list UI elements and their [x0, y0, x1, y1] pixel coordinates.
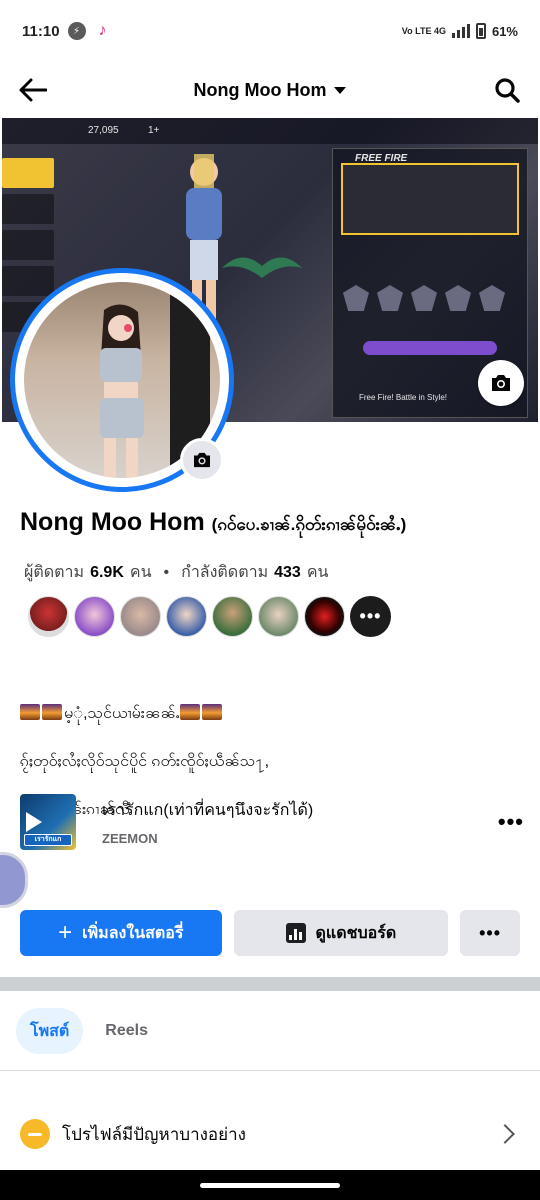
add-to-story-button[interactable]: + เพิ่มลงในสตอรี่ [20, 910, 222, 956]
dashboard-button[interactable]: ดูแดชบอร์ด [233, 910, 449, 956]
music-artist: ZEEMON [102, 831, 158, 846]
app-header: Nong Moo Hom [0, 62, 540, 118]
back-arrow-icon[interactable] [16, 73, 50, 107]
header-title-button[interactable]: Nong Moo Hom [0, 62, 540, 118]
bio-line-2: ၵႂ်ႈတုဝ်ႈလႆႈလိုဝ်သုင်ပိူင် ၵတ်းၸိူဝ်ႈယဵၼ… [20, 753, 270, 770]
profile-problem-notice[interactable]: โปรไฟล์มีปัญหาบางอย่าง [20, 1110, 520, 1158]
camera-icon [492, 375, 510, 391]
page-title: Nong Moo Hom [193, 79, 327, 100]
camera-icon [194, 452, 210, 468]
search-icon[interactable] [490, 73, 524, 107]
cover-game-topbar: 27,095 1+ [2, 118, 538, 144]
more-actions-button[interactable]: ••• [460, 910, 520, 956]
bio-line-1: မ့ုံ,သုင်ယၢမ်းၼၼ်ႉ [20, 678, 440, 726]
music-thumb-label: เรารักแก [24, 834, 72, 846]
minus-circle-icon [20, 1119, 50, 1149]
sunset-icon [20, 704, 40, 720]
chevron-right-icon [495, 1124, 515, 1144]
followers-label: ผู้ติดตาม [24, 564, 85, 581]
section-divider [0, 977, 540, 991]
home-indicator[interactable] [200, 1182, 340, 1188]
status-bar: 11:10 ⚡ ♪ Vo LTE 4G 61% [0, 0, 540, 62]
friends-more-button[interactable]: ••• [350, 596, 391, 637]
sunset-icon [42, 704, 62, 720]
music-meta: เรารักแก(เท่าที่คนๆนึงจะรักได้) ZEEMON [102, 798, 313, 846]
tab-posts[interactable]: โพสต์ [16, 1008, 84, 1054]
follow-stats: ผู้ติดตาม 6.9K คน • กำลังติดตาม 433 คน [24, 560, 328, 585]
add-to-story-label: เพิ่มลงในสตอรี่ [82, 924, 184, 942]
profile-alt-name: (ၵဝ်ပေ.ၶၢၼ်.ၵိုတ်းၵၢၼ်မိုဝ်းၼႆႉ) [211, 515, 407, 534]
friend-avatar[interactable] [212, 596, 253, 637]
music-title: เรารักแก(เท่าที่คนๆนึงจะรักได้) [102, 802, 314, 819]
bio-line-1-text: မ့ုံ,သုင်ယၢမ်းၼၼ်ႉ [64, 705, 180, 722]
followers-count[interactable]: 6.9K [90, 564, 124, 582]
profile-camera-button[interactable] [180, 438, 224, 482]
friend-avatar[interactable] [74, 596, 115, 637]
plus-icon: + [58, 919, 73, 946]
followers-unit: คน [129, 564, 152, 581]
dashboard-label: ดูแดชบอร์ด [315, 924, 397, 942]
status-time: 11:10 [22, 22, 60, 40]
cover-game-bird [222, 257, 302, 278]
profile-music[interactable]: เรารักแก เรารักแก(เท่าที่คนๆนึงจะรักได้)… [20, 794, 530, 850]
more-horizontal-icon[interactable]: ••• [498, 809, 524, 835]
sunset-icon [179, 704, 200, 720]
music-thumbnail: เรารักแก [20, 794, 76, 850]
cover-coins: 27,095 [88, 125, 119, 136]
sunset-icon [201, 704, 222, 720]
cover-tagline: Free Fire! Battle in Style! [359, 393, 448, 402]
tab-reels[interactable]: Reels [91, 1008, 162, 1054]
friend-avatar[interactable] [304, 596, 345, 637]
floating-chat-bubble[interactable] [0, 852, 28, 908]
battery-icon [475, 23, 486, 39]
cover-camera-button[interactable] [478, 360, 524, 406]
play-icon [26, 812, 42, 832]
cover-diamonds: 1+ [148, 125, 160, 136]
problem-text: โปรไฟล์มีปัญหาบางอย่าง [62, 1124, 246, 1144]
profile-name-text: Nong Moo Hom [20, 508, 205, 536]
signal-icon [451, 24, 470, 38]
tabs-divider [0, 1070, 540, 1071]
system-nav-bar [0, 1170, 540, 1200]
caret-down-icon [334, 86, 347, 94]
following-unit: คน [306, 564, 329, 581]
profile-name: Nong Moo Hom (ၵဝ်ပေ.ၶၢၼ်.ၵိုတ်းၵၢၼ်မိုဝ်… [20, 508, 406, 539]
battery-percent: 61% [491, 23, 518, 39]
cover-game-brand: FREE FIRE [355, 153, 408, 164]
friend-avatar[interactable] [120, 596, 161, 637]
friend-avatar[interactable] [258, 596, 299, 637]
tiktok-icon: ♪ [98, 22, 107, 39]
profile-actions: + เพิ่มลงในสตอรี่ ดูแดชบอร์ด ••• [20, 910, 520, 956]
following-count[interactable]: 433 [274, 564, 301, 582]
stats-separator: • [163, 563, 170, 581]
messenger-icon: ⚡ [67, 22, 86, 40]
status-right: Vo LTE 4G 61% [402, 23, 518, 39]
profile-tabs: โพสต์ Reels [16, 1008, 162, 1054]
network-label: Vo LTE 4G [401, 26, 446, 36]
friends-avatars-row: ••• [28, 596, 391, 637]
following-label: กำลังติดตาม [181, 564, 269, 581]
dashboard-icon [285, 923, 306, 943]
friend-avatar[interactable] [166, 596, 207, 637]
friend-avatar[interactable] [28, 596, 69, 637]
